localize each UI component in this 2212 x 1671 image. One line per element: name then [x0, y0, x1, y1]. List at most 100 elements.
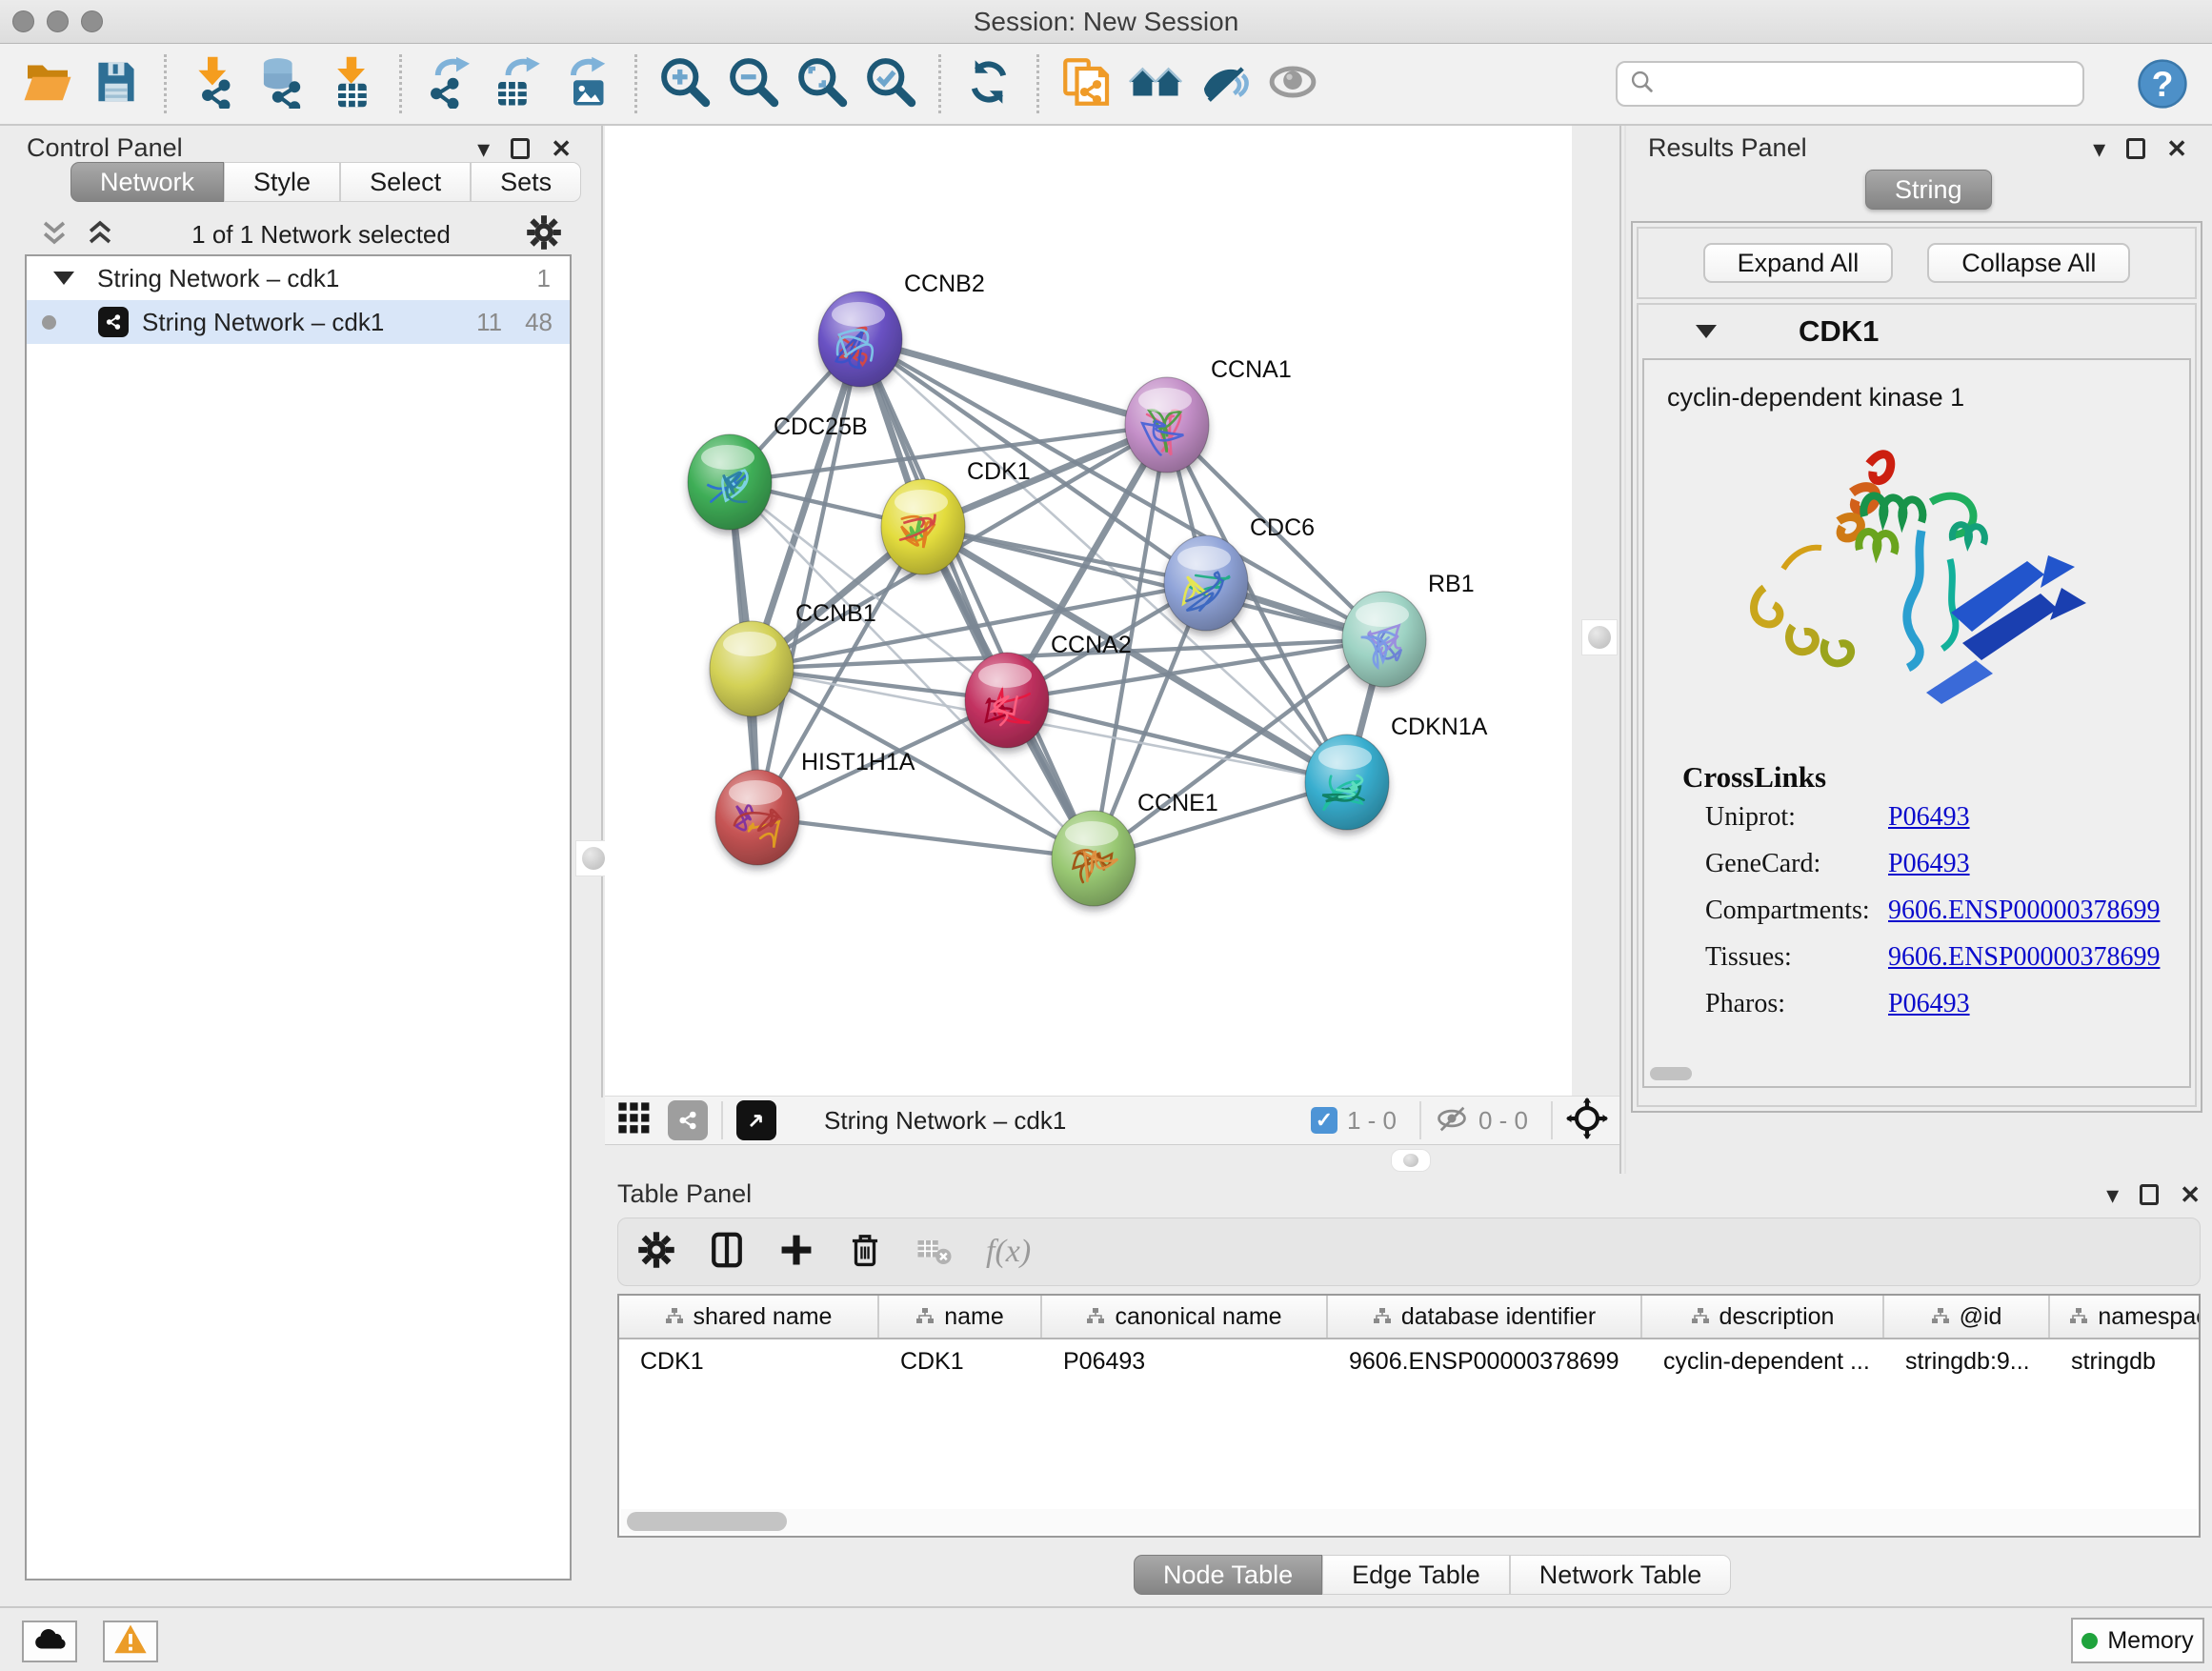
- show-hide-panels-button[interactable]: [1264, 54, 1321, 113]
- network-edge[interactable]: [757, 339, 860, 817]
- panel-menu-button[interactable]: ▾: [2106, 1182, 2119, 1207]
- network-node-ccna2[interactable]: [965, 653, 1049, 748]
- tab-network-table[interactable]: Network Table: [1510, 1555, 1732, 1595]
- export-network-button[interactable]: [421, 54, 478, 113]
- panel-close-button[interactable]: ✕: [2180, 1182, 2201, 1207]
- zoom-out-button[interactable]: [725, 54, 782, 113]
- expand-all-networks-icon[interactable]: [38, 216, 70, 253]
- crosslinks-title: CrossLinks: [1682, 760, 2189, 795]
- collapse-arrow-icon[interactable]: [53, 272, 74, 285]
- tab-edge-table[interactable]: Edge Table: [1322, 1555, 1510, 1595]
- selected-nodes-checkbox[interactable]: ✓: [1311, 1107, 1337, 1134]
- refresh-view-button[interactable]: [960, 54, 1017, 113]
- node-details-header[interactable]: CDK1: [1639, 305, 2195, 358]
- crosslink-link[interactable]: 9606.ENSP00000378699: [1888, 942, 2160, 973]
- delete-column-icon[interactable]: [847, 1232, 883, 1273]
- network-node-cdc25b[interactable]: [688, 434, 772, 530]
- panel-close-button[interactable]: ✕: [551, 136, 572, 161]
- import-network-file-button[interactable]: [186, 54, 243, 113]
- column-header[interactable]: shared name: [619, 1296, 879, 1338]
- import-network-database-button[interactable]: [254, 54, 312, 113]
- import-table-file-button[interactable]: [323, 54, 380, 113]
- network-canvas[interactable]: CCNB2CCNA1CDC25BCDK1CDC6RB1CCNB1CCNA2CDK…: [605, 126, 1572, 1096]
- network-node-ccnb2[interactable]: [818, 292, 902, 387]
- network-edge[interactable]: [757, 817, 1094, 858]
- tab-select[interactable]: Select: [340, 162, 471, 202]
- open-session-button[interactable]: [19, 54, 76, 113]
- table-gear-icon[interactable]: [637, 1231, 675, 1274]
- string-style-icon[interactable]: [668, 1100, 708, 1140]
- panel-menu-button[interactable]: ▾: [2093, 136, 2105, 161]
- panel-menu-button[interactable]: ▾: [477, 136, 490, 161]
- collapse-all-networks-icon[interactable]: [84, 216, 116, 253]
- column-header[interactable]: name: [879, 1296, 1042, 1338]
- network-node-cdc6[interactable]: [1164, 535, 1248, 631]
- panel-float-button[interactable]: [2126, 138, 2145, 159]
- tab-style[interactable]: Style: [224, 162, 340, 202]
- warning-button[interactable]: [103, 1621, 158, 1662]
- collapse-arrow-icon[interactable]: [1696, 325, 1717, 338]
- network-node-cdkn1a[interactable]: [1305, 735, 1389, 830]
- clone-network-button[interactable]: [1058, 54, 1116, 113]
- tab-network[interactable]: Network: [70, 162, 224, 202]
- network-edge[interactable]: [860, 339, 1094, 858]
- column-header[interactable]: description: [1642, 1296, 1884, 1338]
- zoom-selected-button[interactable]: [862, 54, 919, 113]
- zoom-in-button[interactable]: [656, 54, 714, 113]
- cloud-button[interactable]: [22, 1621, 77, 1662]
- export-table-button[interactable]: [490, 54, 547, 113]
- export-table-icon: [492, 55, 545, 113]
- crosslink-link[interactable]: P06493: [1888, 849, 1970, 879]
- home-button[interactable]: [1127, 54, 1184, 113]
- bottom-splitter-handle[interactable]: [1391, 1149, 1431, 1172]
- export-image-button[interactable]: [558, 54, 615, 113]
- column-header[interactable]: @id: [1884, 1296, 2050, 1338]
- crosslink-link[interactable]: P06493: [1888, 989, 1970, 1019]
- node-label: CCNE1: [1137, 790, 1218, 816]
- birdseye-view-icon[interactable]: [616, 1100, 653, 1141]
- save-session-button[interactable]: [88, 54, 145, 113]
- crosslink-link[interactable]: 9606.ENSP00000378699: [1888, 896, 2160, 926]
- network-collection-row[interactable]: String Network – cdk1 1: [27, 256, 570, 300]
- move-crosshair-icon[interactable]: [1566, 1097, 1608, 1144]
- horizontal-scrollbar-thumb[interactable]: [627, 1512, 787, 1531]
- crosslink-link[interactable]: P06493: [1888, 802, 1970, 833]
- memory-button[interactable]: Memory: [2071, 1618, 2204, 1663]
- network-node-ccna1[interactable]: [1125, 377, 1209, 473]
- column-header[interactable]: namespace: [2050, 1296, 2201, 1338]
- open-in-window-icon[interactable]: [736, 1100, 776, 1140]
- tab-node-table[interactable]: Node Table: [1134, 1555, 1322, 1595]
- network-status-dot: [42, 315, 56, 330]
- zoom-fit-button[interactable]: [794, 54, 851, 113]
- network-graph[interactable]: CCNB2CCNA1CDC25BCDK1CDC6RB1CCNB1CCNA2CDK…: [605, 126, 1572, 1096]
- collapse-all-button[interactable]: Collapse All: [1927, 243, 2130, 283]
- panel-float-button[interactable]: [2140, 1184, 2159, 1205]
- search-input[interactable]: [1665, 70, 2071, 99]
- database-icon: [256, 55, 310, 113]
- hide-selected-button[interactable]: [1196, 54, 1253, 113]
- memory-status-dot: [2081, 1633, 2098, 1649]
- network-node-ccne1[interactable]: [1052, 811, 1136, 906]
- help-button[interactable]: ?: [2138, 59, 2187, 109]
- table-row[interactable]: CDK1 CDK1 P06493 9606.ENSP00000378699 cy…: [619, 1339, 2199, 1383]
- right-splitter-handle[interactable]: [1581, 619, 1618, 655]
- hidden-eye-icon[interactable]: [1435, 1101, 1469, 1140]
- show-columns-icon[interactable]: [708, 1231, 746, 1274]
- tab-sets[interactable]: Sets: [471, 162, 581, 202]
- network-node-cdk1[interactable]: [881, 479, 965, 574]
- tab-string[interactable]: String: [1865, 170, 1992, 210]
- node-count: 11: [476, 308, 502, 337]
- network-node-hist1h1a[interactable]: [715, 770, 799, 865]
- gear-icon[interactable]: [526, 214, 562, 255]
- panel-float-button[interactable]: [511, 138, 530, 159]
- column-header[interactable]: database identifier: [1328, 1296, 1642, 1338]
- network-node-ccnb1[interactable]: [710, 621, 794, 716]
- add-column-icon[interactable]: [778, 1232, 814, 1273]
- panel-close-button[interactable]: ✕: [2166, 136, 2187, 161]
- network-row[interactable]: String Network – cdk1 11 48: [27, 300, 570, 344]
- horizontal-scrollbar[interactable]: [621, 1509, 2197, 1534]
- column-header[interactable]: canonical name: [1042, 1296, 1328, 1338]
- expand-all-button[interactable]: Expand All: [1703, 243, 1894, 283]
- horizontal-scrollbar-thumb[interactable]: [1650, 1067, 1692, 1080]
- network-node-rb1[interactable]: [1342, 592, 1426, 687]
